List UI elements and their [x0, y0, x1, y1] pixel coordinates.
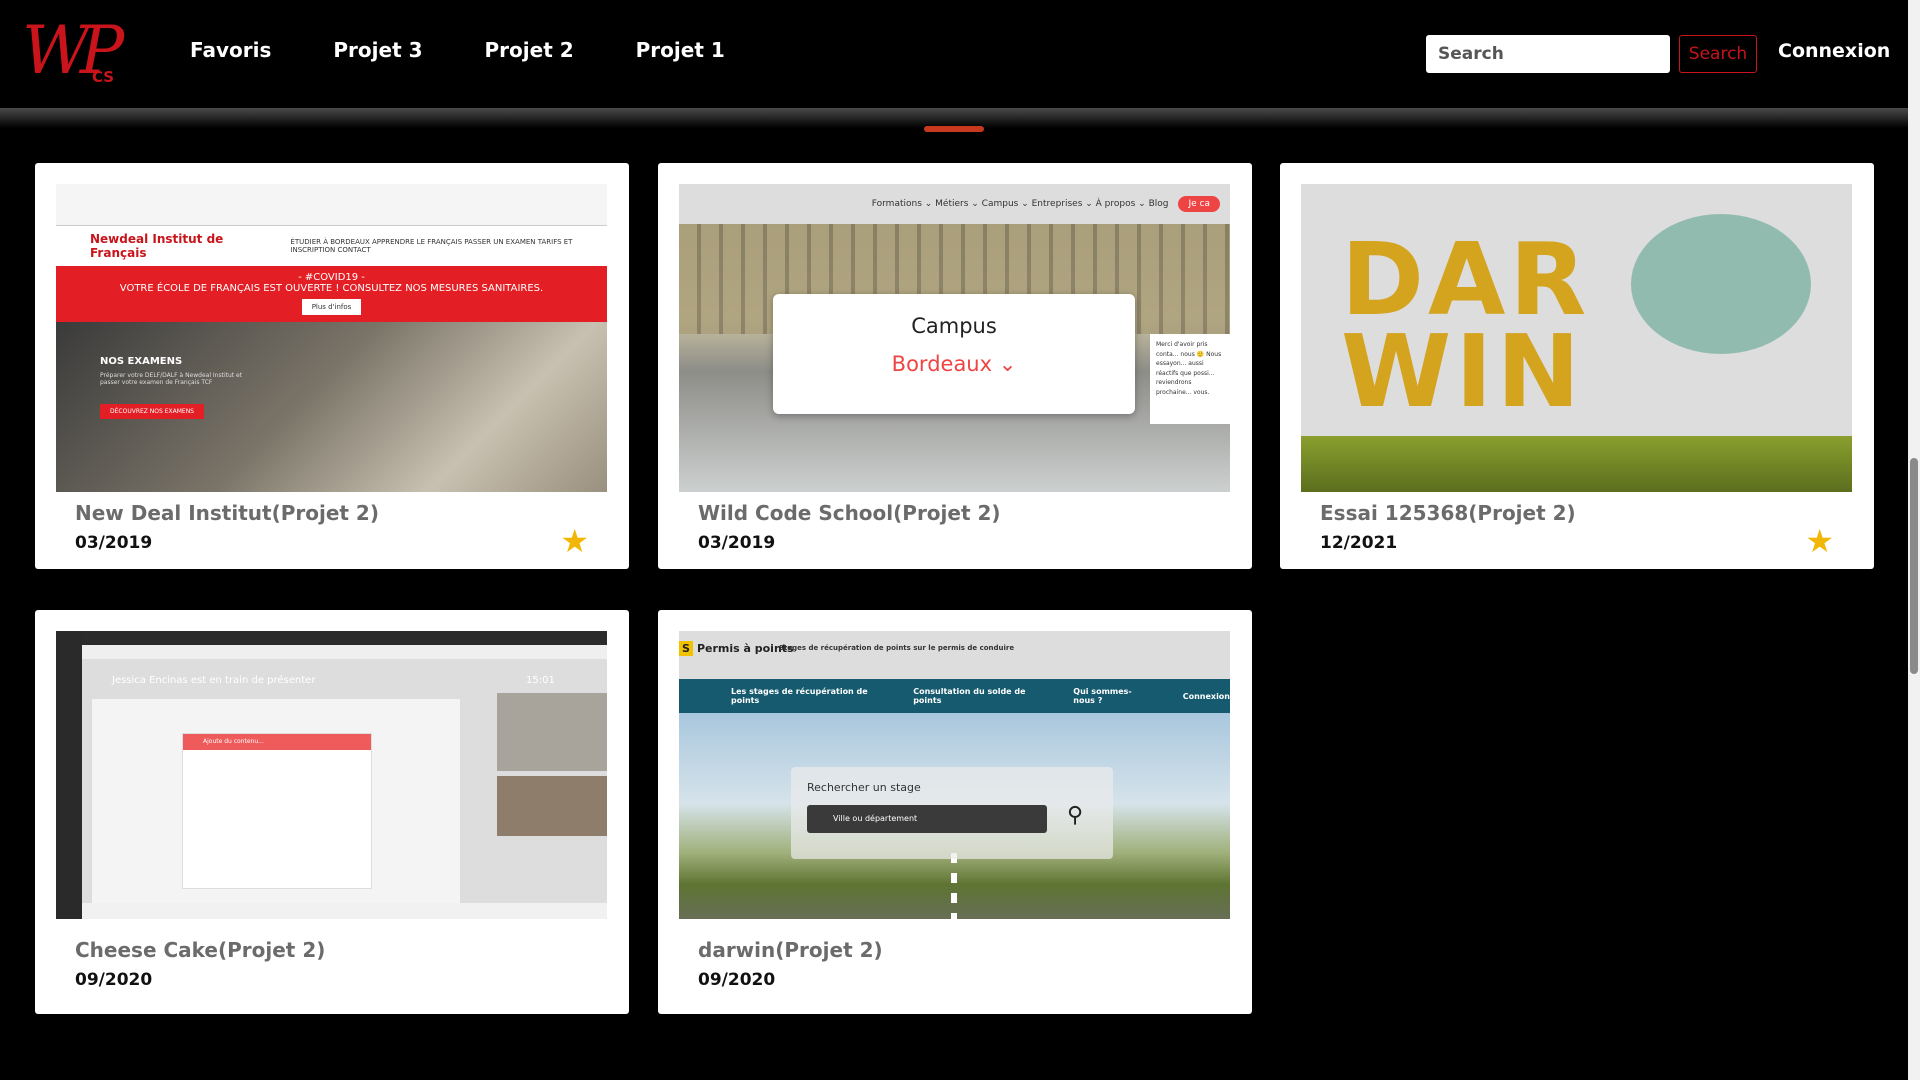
project-date: 09/2020 — [698, 970, 776, 990]
login-link[interactable]: Connexion — [1778, 40, 1890, 62]
thumb-logo-letter: S — [679, 641, 693, 656]
thumb-taskbar — [82, 903, 607, 919]
site-logo[interactable]: WP CS — [22, 12, 142, 89]
thumb-video-1 — [497, 693, 607, 771]
thumb-slide-header: Ajoute du contenu... — [183, 734, 371, 750]
thumb-campus-city: Bordeaux ⌄ — [891, 352, 1017, 376]
thumb-browser-bar — [56, 184, 607, 226]
project-card[interactable]: S Permis à points Stages de récupération … — [658, 610, 1252, 1014]
thumb-header: Formations ⌄ Métiers ⌄ Campus ⌄ Entrepri… — [679, 184, 1230, 224]
thumb-search-field: Ville ou département — [807, 805, 1047, 833]
nav-favoris[interactable]: Favoris — [190, 38, 271, 62]
thumb-grass — [1301, 436, 1852, 492]
search-input[interactable] — [1426, 35, 1670, 73]
thumb-section-title: NOS EXAMENS — [100, 356, 183, 367]
thumb-header: Newdeal Institut de Français ÉTUDIER À B… — [56, 226, 607, 266]
thumb-urlbar — [56, 645, 607, 659]
project-card[interactable]: DAR WIN Essai 125368(Projet 2) 12/2021 ★ — [1280, 163, 1874, 569]
search-button[interactable]: Search — [1679, 35, 1757, 73]
thumb-banner-title: - #COVID19 - — [298, 272, 365, 283]
project-card[interactable]: Newdeal Institut de Français ÉTUDIER À B… — [35, 163, 629, 569]
project-thumbnail[interactable]: S Permis à points Stages de récupération … — [679, 631, 1230, 919]
scroll-indicator — [924, 126, 984, 132]
nav-projet-3[interactable]: Projet 3 — [333, 38, 422, 62]
thumb-slide-card: Ajoute du contenu... — [182, 733, 372, 889]
thumb-menu: Formations ⌄ Métiers ⌄ Campus ⌄ Entrepri… — [871, 199, 1169, 209]
thumb-banner-button: Plus d'infos — [301, 299, 362, 315]
thumb-header: S Permis à points Stages de récupération … — [679, 631, 1230, 679]
thumb-presenting: Jessica Encinas est en train de présente… — [112, 675, 316, 686]
project-thumbnail[interactable]: DAR WIN — [1301, 184, 1852, 492]
thumb-dock — [56, 631, 82, 919]
thumb-brand: Newdeal Institut de Français — [90, 232, 224, 260]
thumb-road-photo: Rechercher un stage Ville ou département… — [679, 713, 1230, 919]
thumb-search-label: Rechercher un stage — [807, 781, 921, 794]
thumb-nav: Les stages de récupération de points Con… — [679, 679, 1230, 713]
thumb-tagline: Stages de récupération de points sur le … — [779, 644, 1015, 652]
thumb-banner: - #COVID19 - VOTRE ÉCOLE DE FRANÇAIS EST… — [56, 266, 607, 322]
project-date: 03/2019 — [75, 533, 153, 553]
thumb-time: 15:01 — [526, 675, 555, 686]
nav-links: Favoris Projet 3 Projet 2 Projet 1 — [190, 38, 787, 62]
scrollbar-thumb[interactable] — [1910, 458, 1918, 674]
project-date: 03/2019 — [698, 533, 776, 553]
project-thumbnail[interactable]: Formations ⌄ Métiers ⌄ Campus ⌄ Entrepri… — [679, 184, 1230, 492]
project-title[interactable]: Essai 125368(Projet 2) — [1320, 501, 1576, 525]
thumb-nav-item: Les stages de récupération de points — [731, 687, 868, 705]
thumb-section-text: Préparer votre DELF/DALF à Newdeal Insti… — [100, 372, 243, 386]
thumb-lane-marking — [951, 853, 957, 919]
project-date: 12/2021 — [1320, 533, 1398, 553]
nav-projet-2[interactable]: Projet 2 — [485, 38, 574, 62]
thumb-photo: NOS EXAMENS Préparer votre DELF/DALF à N… — [56, 322, 607, 492]
thumb-nav-item: Consultation du solde de points — [913, 687, 1026, 705]
logo-cs: CS — [92, 68, 115, 86]
thumb-section-button: DÉCOUVREZ NOS EXAMENS — [100, 404, 204, 419]
thumb-cta: Je ca — [1178, 196, 1220, 212]
project-title[interactable]: New Deal Institut(Projet 2) — [75, 501, 379, 525]
project-card[interactable]: Jessica Encinas est en train de présente… — [35, 610, 629, 1014]
thumb-banner-text: VOTRE ÉCOLE DE FRANÇAIS EST OUVERTE ! CO… — [119, 283, 544, 294]
top-navbar: WP CS Favoris Projet 3 Projet 2 Projet 1… — [0, 0, 1908, 108]
project-title[interactable]: darwin(Projet 2) — [698, 938, 883, 962]
thumb-nav-item: Connexion — [1182, 691, 1230, 701]
project-date: 09/2020 — [75, 970, 153, 990]
project-title[interactable]: Wild Code School(Projet 2) — [698, 501, 1001, 525]
project-thumbnail[interactable]: Newdeal Institut de Français ÉTUDIER À B… — [56, 184, 607, 492]
thumb-tabs — [56, 631, 607, 645]
thumb-sign-word: DAR WIN — [1341, 221, 1591, 430]
nav-projet-1[interactable]: Projet 1 — [636, 38, 725, 62]
favorite-star-icon[interactable]: ★ — [560, 525, 589, 557]
page-scrollbar[interactable] — [1908, 0, 1920, 1080]
header-shadow — [0, 108, 1908, 128]
favorite-star-icon[interactable]: ★ — [1805, 525, 1834, 557]
thumb-nav-item: Qui sommes-nous ? — [1073, 687, 1132, 705]
thumb-campus-box: Campus Bordeaux ⌄ — [773, 294, 1135, 414]
thumb-slide: Ajoute du contenu... — [92, 699, 460, 911]
thumb-search-box: Rechercher un stage Ville ou département… — [791, 767, 1113, 859]
thumb-campus-title: Campus — [911, 314, 997, 338]
project-title[interactable]: Cheese Cake(Projet 2) — [75, 938, 325, 962]
thumb-menu: ÉTUDIER À BORDEAUX APPRENDRE LE FRANÇAIS… — [290, 238, 573, 254]
thumb-chat-bubble: Merci d'avoir pris conta... nous 🙂 Nous … — [1150, 334, 1230, 424]
thumb-video-2 — [497, 776, 607, 836]
project-card[interactable]: Formations ⌄ Métiers ⌄ Campus ⌄ Entrepri… — [658, 163, 1252, 569]
project-thumbnail[interactable]: Jessica Encinas est en train de présente… — [56, 631, 607, 919]
search-icon: ⚲ — [1067, 803, 1084, 828]
thumb-logo: S Permis à points — [679, 641, 794, 656]
